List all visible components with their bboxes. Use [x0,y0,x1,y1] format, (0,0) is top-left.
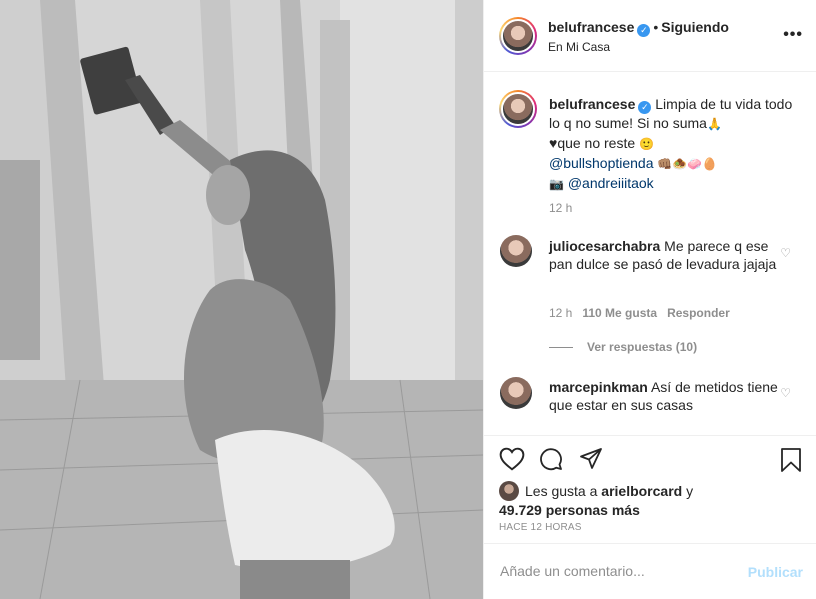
view-replies-label: Ver respuestas (10) [587,340,698,354]
comment-bubble-icon[interactable] [539,447,563,471]
following-button[interactable]: Siguiendo [661,19,729,35]
like-heart-icon[interactable] [499,447,525,471]
share-paper-plane-icon[interactable] [579,447,603,471]
publish-button[interactable]: Publicar [748,564,803,580]
comment-body: juliocesarchabra Me parece q ese pan dul… [549,237,779,273]
smile-emoji: 🙂 [639,137,654,151]
likes-joiner: y [686,483,694,499]
post-header: belufrancese ✓ • Siguiendo En Mi Casa ••• [484,0,816,72]
comments-list[interactable]: belufrancese ✓ Limpia de tu vida todo lo … [484,73,816,435]
post-timestamp[interactable]: HACE 12 HORAS [499,522,582,533]
comment-username[interactable]: juliocesarchabra [549,238,660,254]
author-avatar[interactable] [499,17,537,55]
post-sidebar: belufrancese ✓ • Siguiendo En Mi Casa ••• b… [483,0,816,599]
pray-emoji: 🙏 [706,117,722,131]
caption-text-line2: que no reste [557,135,636,151]
comment-likes[interactable]: 110 Me gusta [582,306,657,320]
mention-andreiiitaok[interactable]: @andreiiitaok [568,175,654,191]
replies-divider [549,347,573,349]
caption-time[interactable]: 12 h [549,201,572,215]
liker-avatar[interactable] [499,481,519,501]
header-user-line: belufrancese ✓ • Siguiendo [548,19,729,37]
post-photo[interactable] [0,0,483,599]
emoji-row: 👊🏽🧆🧼🥚 [657,157,718,171]
caption-username[interactable]: belufrancese [549,96,635,112]
verified-badge-icon: ✓ [638,101,652,114]
comment-body: marcepinkman Así de metidos tiene que es… [549,378,779,414]
commenter-avatar[interactable] [500,377,532,409]
instagram-post: belufrancese ✓ • Siguiendo En Mi Casa ••• b… [0,0,816,599]
separator-dot: • [653,19,659,35]
comment-like-heart-icon[interactable]: ♡ [780,246,791,260]
comment-time[interactable]: 12 h [549,306,572,320]
commenter-avatar[interactable] [500,235,532,267]
comment-meta: 12 h 110 Me gusta Responder [549,306,730,320]
view-replies-button[interactable]: Ver respuestas (10) [549,340,697,354]
mention-bullshoptienda[interactable]: @bullshoptienda [549,155,654,171]
comment-input[interactable] [500,560,740,582]
caption-author-avatar[interactable] [499,90,537,128]
comment-composer: Publicar [484,543,816,599]
comment-username[interactable]: marcepinkman [549,379,648,395]
save-bookmark-icon[interactable] [780,447,802,473]
reply-button[interactable]: Responder [667,306,730,320]
comment-like-heart-icon[interactable]: ♡ [780,386,791,400]
author-username[interactable]: belufrancese [548,19,634,35]
post-location[interactable]: En Mi Casa [548,40,610,54]
photo-illustration [0,0,483,599]
camera-emoji: 📷 [549,177,564,191]
more-options-icon[interactable]: ••• [783,26,803,44]
likes-prefix: Les gusta a [525,483,598,499]
likes-summary: Les gusta a arielborcard y 49.729 person… [499,481,799,519]
post-caption: belufrancese ✓ Limpia de tu vida todo lo … [549,95,799,194]
liker-username[interactable]: arielborcard [601,483,682,499]
verified-badge-icon: ✓ [637,24,651,37]
likes-count[interactable]: 49.729 personas más [499,502,640,518]
